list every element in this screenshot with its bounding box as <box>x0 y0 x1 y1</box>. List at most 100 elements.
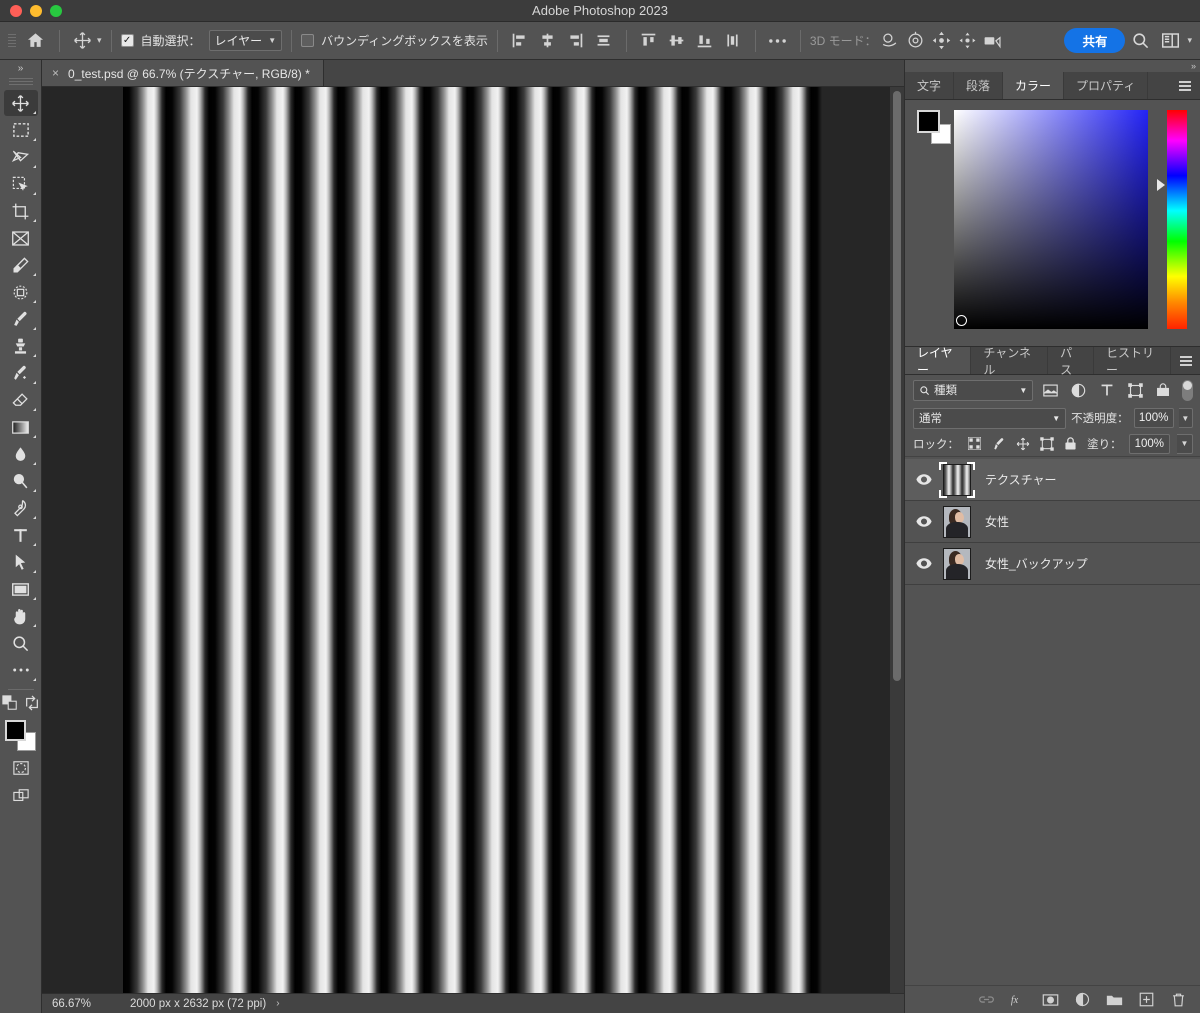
tab-color[interactable]: カラー <box>1003 72 1065 99</box>
zoom-level[interactable]: 66.67% <box>42 998 122 1010</box>
object-selection-tool[interactable] <box>4 171 38 197</box>
toolbar-grip[interactable] <box>8 76 33 86</box>
blend-mode-dropdown[interactable]: 通常 ▼ <box>913 407 1067 429</box>
history-brush-tool[interactable] <box>4 360 38 386</box>
filter-type-icon[interactable] <box>1096 379 1118 401</box>
fill-chevron-down-icon[interactable]: ▼ <box>1177 433 1193 454</box>
lock-position-icon[interactable] <box>1014 435 1031 453</box>
layer-style-fx-icon[interactable]: fx <box>1009 991 1027 1009</box>
layer-row-woman-backup[interactable]: 女性_バックアップ <box>905 543 1200 585</box>
tab-history[interactable]: ヒストリー <box>1094 346 1172 377</box>
foreground-color-swatch[interactable] <box>917 110 940 133</box>
filter-smart-object-icon[interactable] <box>1152 379 1174 401</box>
edit-toolbar-ellipsis-icon[interactable] <box>4 657 38 683</box>
path-selection-tool[interactable] <box>4 549 38 575</box>
auto-select-scope-dropdown[interactable]: レイヤー ▼ <box>208 30 283 51</box>
align-top-icon[interactable] <box>636 28 662 54</box>
camera-3d-icon[interactable] <box>981 28 1007 54</box>
default-colors-icon[interactable] <box>1 695 18 716</box>
align-right-icon[interactable] <box>563 28 589 54</box>
layer-row-texture[interactable]: テクスチャー <box>905 459 1200 501</box>
panel-menu-icon[interactable] <box>1170 72 1200 99</box>
quick-mask-icon[interactable] <box>4 755 38 781</box>
fill-value[interactable]: 100% <box>1128 433 1170 454</box>
lasso-tool[interactable] <box>4 144 38 170</box>
new-group-icon[interactable] <box>1105 991 1123 1009</box>
canvas-area[interactable] <box>42 87 904 993</box>
panel-expand-icon[interactable]: » <box>905 60 1200 72</box>
foreground-color-swatch[interactable] <box>4 720 26 741</box>
layer-filter-type-dropdown[interactable]: 種類 ▼ <box>913 379 1034 401</box>
brush-tool[interactable] <box>4 306 38 332</box>
filter-shape-icon[interactable] <box>1124 379 1146 401</box>
share-button[interactable]: 共有 <box>1064 28 1126 53</box>
document-tab[interactable]: × 0_test.psd @ 66.7% (テクスチャー, RGB/8) * <box>42 60 324 86</box>
move-tool[interactable] <box>3 90 38 116</box>
workspace-chevron-down-icon[interactable]: ▾ <box>1187 35 1192 46</box>
eye-icon[interactable] <box>911 516 937 527</box>
workspace-icon[interactable] <box>1155 27 1185 55</box>
move-tool-icon[interactable] <box>69 28 95 54</box>
more-options-ellipsis-icon[interactable] <box>765 28 791 54</box>
distribute-horizontal-icon[interactable] <box>591 28 617 54</box>
color-field[interactable] <box>954 110 1148 329</box>
tab-paths[interactable]: パス <box>1048 346 1094 377</box>
lock-image-pixels-icon[interactable] <box>990 435 1007 453</box>
dodge-tool[interactable] <box>4 468 38 494</box>
tab-layers[interactable]: レイヤー <box>905 346 972 377</box>
new-layer-icon[interactable] <box>1137 991 1155 1009</box>
filter-toggle-icon[interactable] <box>1182 379 1194 401</box>
eyedropper-tool[interactable] <box>4 252 38 278</box>
close-icon[interactable]: × <box>52 66 59 80</box>
panel-menu-icon[interactable] <box>1171 347 1200 374</box>
hand-tool[interactable] <box>4 603 38 629</box>
link-layers-icon[interactable] <box>977 991 995 1009</box>
layer-thumbnail[interactable] <box>937 461 977 498</box>
maximize-window-button[interactable] <box>50 4 62 17</box>
gradient-tool[interactable] <box>4 414 38 440</box>
color-panel-swatches[interactable] <box>917 110 951 144</box>
zoom-tool[interactable] <box>4 630 38 656</box>
color-picker-handle-icon[interactable] <box>956 315 967 326</box>
distribute-vertical-icon[interactable] <box>720 28 746 54</box>
status-bar-chevron-right-icon[interactable]: › <box>276 998 279 1009</box>
minimize-window-button[interactable] <box>30 4 42 17</box>
eye-icon[interactable] <box>911 474 937 485</box>
toolbar-expand-icon[interactable]: » <box>0 60 42 76</box>
align-vertical-center-icon[interactable] <box>664 28 690 54</box>
pen-tool[interactable] <box>4 495 38 521</box>
hue-slider-marker-icon[interactable] <box>1157 179 1165 191</box>
opacity-chevron-down-icon[interactable]: ▼ <box>1178 408 1193 428</box>
frame-tool[interactable] <box>4 225 38 251</box>
hue-slider[interactable] <box>1167 110 1187 329</box>
artboard-image[interactable] <box>123 87 822 993</box>
blur-tool[interactable] <box>4 441 38 467</box>
opacity-value[interactable]: 100% <box>1133 408 1174 428</box>
orbit-3d-icon[interactable] <box>877 28 903 54</box>
add-layer-mask-icon[interactable] <box>1041 991 1059 1009</box>
layer-thumbnail[interactable] <box>937 546 977 582</box>
filter-adjustment-icon[interactable] <box>1067 379 1089 401</box>
close-window-button[interactable] <box>10 4 22 17</box>
roll-3d-icon[interactable] <box>903 28 929 54</box>
screen-mode-icon[interactable] <box>4 783 38 809</box>
type-tool[interactable] <box>4 522 38 548</box>
tab-paragraph[interactable]: 段落 <box>954 72 1004 99</box>
show-bounding-box-checkbox[interactable]: ✓ <box>301 34 315 47</box>
spot-healing-brush-tool[interactable] <box>4 279 38 305</box>
eraser-tool[interactable] <box>4 387 38 413</box>
rectangle-tool[interactable] <box>4 576 38 602</box>
tab-character[interactable]: 文字 <box>905 72 955 99</box>
color-swatches[interactable] <box>4 719 38 753</box>
align-left-icon[interactable] <box>507 28 533 54</box>
delete-layer-icon[interactable] <box>1169 991 1187 1009</box>
home-icon[interactable] <box>20 28 50 54</box>
pan-3d-icon[interactable] <box>929 28 955 54</box>
vertical-scrollbar-thumb[interactable] <box>893 91 901 681</box>
swap-colors-icon[interactable] <box>24 695 40 716</box>
tab-properties[interactable]: プロパティ <box>1064 72 1149 99</box>
layer-thumbnail[interactable] <box>937 504 977 540</box>
search-icon[interactable] <box>1125 27 1155 55</box>
eye-icon[interactable] <box>911 558 937 569</box>
align-bottom-icon[interactable] <box>692 28 718 54</box>
